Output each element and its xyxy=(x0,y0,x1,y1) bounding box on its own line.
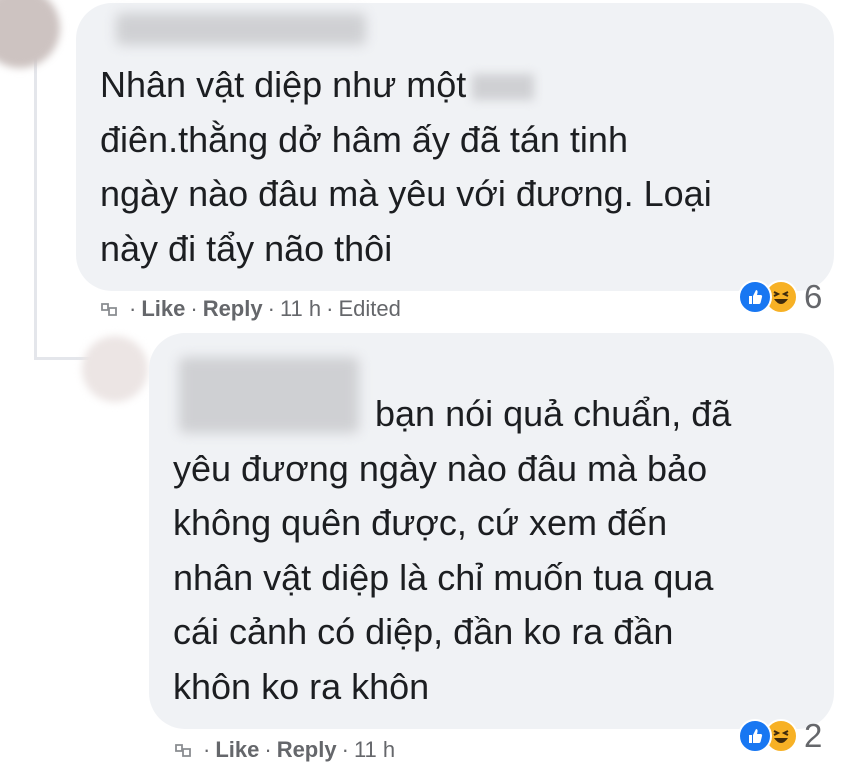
reply-link[interactable]: Reply xyxy=(203,296,263,322)
comment-line: ngày nào đâu mà yêu với đương. Loại xyxy=(100,173,712,214)
reaction-count[interactable]: 6 xyxy=(804,278,822,316)
reaction-summary[interactable]: 2 xyxy=(738,717,822,755)
like-icon xyxy=(738,280,772,314)
separator: · xyxy=(264,737,272,762)
comment-text: bạn nói quả chuẩn, đã yêu đương ngày nào… xyxy=(173,387,731,714)
separator: · xyxy=(129,296,137,321)
redacted-author-name xyxy=(116,13,366,45)
reply-link[interactable]: Reply xyxy=(277,737,337,763)
like-icon xyxy=(738,719,772,753)
like-link[interactable]: Like xyxy=(141,296,185,322)
separator: · xyxy=(267,296,275,321)
like-link[interactable]: Like xyxy=(215,737,259,763)
comment-line: khôn ko ra khôn xyxy=(173,665,430,707)
separator: · xyxy=(326,296,334,321)
separator: · xyxy=(190,296,198,321)
comment-line: bạn nói quả chuẩn, đã xyxy=(375,393,732,434)
comment-line: nhân vật diệp là chỉ muốn tua qua xyxy=(173,556,714,598)
comment-line: cái cảnh có diệp, đần ko ra đần xyxy=(173,611,674,652)
translate-icon[interactable] xyxy=(172,739,194,761)
comment-line: không quên được, cứ xem đến xyxy=(173,502,668,543)
comment-line: điên.thằng dở hâm ấy đã tán tinh xyxy=(100,118,628,160)
comment-text: Nhân vật diệp như một điên.thằng dở hâm … xyxy=(100,58,712,276)
reaction-summary[interactable]: 6 xyxy=(738,278,822,316)
separator: · xyxy=(341,737,349,762)
timestamp[interactable]: 11 h xyxy=(280,296,321,322)
comment-actions: · Like · Reply · 11 h · Edited xyxy=(98,296,401,322)
separator: · xyxy=(203,737,211,762)
reaction-count[interactable]: 2 xyxy=(804,717,822,755)
avatar[interactable] xyxy=(0,0,60,68)
comment-actions: · Like · Reply · 11 h xyxy=(172,737,395,763)
avatar[interactable] xyxy=(82,336,148,402)
comment-line: này đi tẩy não thôi xyxy=(100,227,393,269)
edited-label[interactable]: Edited xyxy=(338,296,400,322)
timestamp[interactable]: 11 h xyxy=(354,737,395,763)
thread-line xyxy=(34,40,37,360)
comment-line: yêu đương ngày nào đâu mà bảo xyxy=(173,447,708,489)
translate-icon[interactable] xyxy=(98,298,120,320)
redacted-word xyxy=(472,74,535,101)
comment-line: Nhân vật diệp như một xyxy=(100,64,467,105)
